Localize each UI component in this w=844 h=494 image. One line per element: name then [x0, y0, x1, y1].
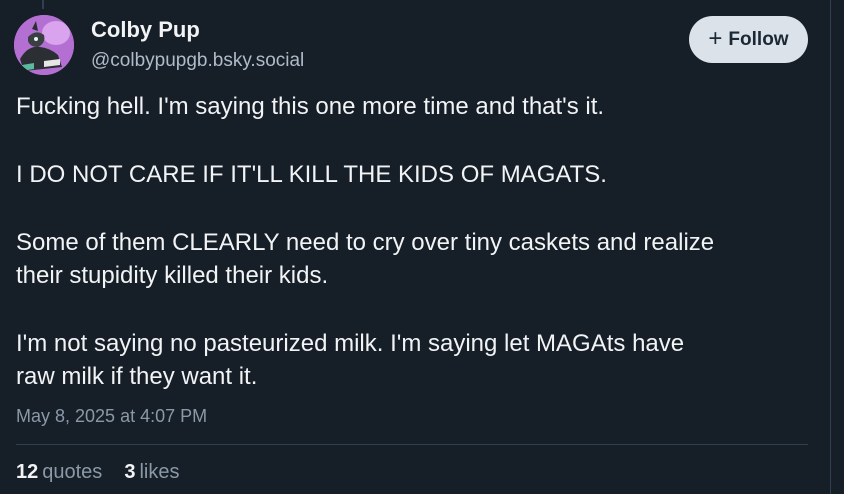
- post-text-line: raw milk if they want it.: [16, 363, 258, 390]
- likes-stat[interactable]: 3 likes: [124, 461, 179, 484]
- post-text-line: Fucking hell. I'm saying this one more t…: [16, 93, 605, 120]
- quotes-label: quotes: [42, 461, 103, 483]
- thread-line: [42, 0, 44, 9]
- post-text-line: their stupidity killed their kids.: [16, 262, 329, 289]
- column-border: [830, 0, 831, 494]
- likes-label: likes: [139, 461, 180, 483]
- post-timestamp[interactable]: May 8, 2025 at 4:07 PM: [16, 406, 207, 427]
- avatar[interactable]: [14, 15, 74, 75]
- likes-count: 3: [124, 461, 136, 483]
- author-handle[interactable]: @colbypupgb.bsky.social: [91, 50, 304, 72]
- plus-icon: +: [708, 24, 723, 52]
- post-text-line: Some of them CLEARLY need to cry over ti…: [16, 229, 715, 256]
- quotes-count: 12: [16, 461, 39, 483]
- divider: [16, 444, 808, 445]
- post-text-line: I DO NOT CARE IF IT'LL KILL THE KIDS OF …: [16, 161, 607, 188]
- follow-button-label: Follow: [728, 28, 789, 50]
- quotes-stat[interactable]: 12 quotes: [16, 461, 102, 484]
- author-display-name[interactable]: Colby Pup: [91, 17, 200, 43]
- post-stats: 12 quotes 3 likes: [16, 461, 179, 484]
- follow-button[interactable]: + Follow: [689, 16, 808, 63]
- avatar-dragon-icon: [14, 15, 74, 75]
- post-text-line: I'm not saying no pasteurized milk. I'm …: [16, 330, 685, 357]
